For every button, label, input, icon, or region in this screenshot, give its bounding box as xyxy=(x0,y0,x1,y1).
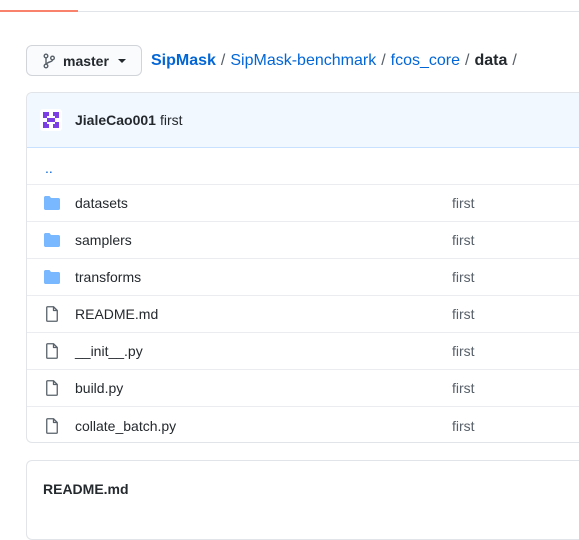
file-name-link[interactable]: build.py xyxy=(75,380,452,396)
file-row[interactable]: README.md first xyxy=(27,296,579,333)
file-commit-message[interactable]: first xyxy=(452,343,475,359)
active-tab-underline xyxy=(0,10,78,12)
breadcrumb-separator: / xyxy=(381,52,386,69)
readme-title: README.md xyxy=(43,481,129,497)
folder-icon xyxy=(44,270,60,284)
folder-icon xyxy=(27,270,75,284)
parent-directory-row[interactable]: .. xyxy=(27,148,579,185)
file-icon xyxy=(27,380,75,396)
file-commit-message[interactable]: first xyxy=(452,195,475,211)
file-icon xyxy=(27,417,75,434)
breadcrumb-link-fcos-core[interactable]: fcos_core xyxy=(391,52,460,70)
file-name-link[interactable]: transforms xyxy=(75,269,452,285)
file-commit-message[interactable]: first xyxy=(452,232,475,248)
parent-directory-link[interactable]: .. xyxy=(45,160,53,176)
file-name-link[interactable]: __init__.py xyxy=(75,343,452,359)
file-row[interactable]: __init__.py first xyxy=(27,333,579,370)
file-icon xyxy=(46,343,58,359)
branch-name: master xyxy=(63,52,109,69)
file-name-link[interactable]: datasets xyxy=(75,195,452,211)
breadcrumb-repo-link[interactable]: SipMask xyxy=(151,52,216,70)
file-commit-message[interactable]: first xyxy=(452,418,475,434)
commit-message-link[interactable]: first xyxy=(160,112,183,128)
breadcrumb-separator: / xyxy=(220,52,226,69)
file-commit-message[interactable]: first xyxy=(452,306,475,322)
file-list: datasets first samplers first transforms firs… xyxy=(27,185,579,442)
repo-nav-bar xyxy=(0,0,579,12)
avatar[interactable] xyxy=(40,109,62,131)
file-name-link[interactable]: README.md xyxy=(75,306,452,322)
breadcrumb-separator: / xyxy=(512,52,517,69)
file-icon xyxy=(46,380,58,396)
folder-icon xyxy=(44,233,60,247)
file-icon xyxy=(27,306,75,322)
file-icon xyxy=(27,343,75,359)
latest-commit-bar: JialeCao001 first xyxy=(27,93,579,148)
file-browser: JialeCao001 first .. datasets first sample… xyxy=(26,92,579,443)
file-commit-message[interactable]: first xyxy=(452,380,475,396)
breadcrumb-current: data xyxy=(474,52,508,69)
commit-author-link[interactable]: JialeCao001 xyxy=(75,112,156,128)
breadcrumb-link-benchmark[interactable]: SipMask-benchmark xyxy=(230,52,376,70)
breadcrumb: SipMask / SipMask-benchmark / fcos_core … xyxy=(151,50,522,72)
file-row[interactable]: datasets first xyxy=(27,185,579,222)
file-icon xyxy=(46,417,58,434)
breadcrumb-separator: / xyxy=(465,52,470,69)
file-row[interactable]: build.py first xyxy=(27,370,579,407)
readme-panel: README.md xyxy=(26,460,579,540)
folder-icon xyxy=(27,196,75,210)
file-row[interactable]: transforms first xyxy=(27,259,579,296)
file-name-link[interactable]: samplers xyxy=(75,232,452,248)
file-row[interactable]: collate_batch.py first xyxy=(27,407,579,442)
file-commit-message[interactable]: first xyxy=(452,269,475,285)
file-name-link[interactable]: collate_batch.py xyxy=(75,418,452,434)
chevron-down-icon xyxy=(117,58,126,63)
branch-select-button[interactable]: master xyxy=(26,45,142,76)
git-branch-icon xyxy=(43,53,55,68)
file-row[interactable]: samplers first xyxy=(27,222,579,259)
folder-icon xyxy=(44,196,60,210)
folder-icon xyxy=(27,233,75,247)
file-icon xyxy=(46,306,58,322)
